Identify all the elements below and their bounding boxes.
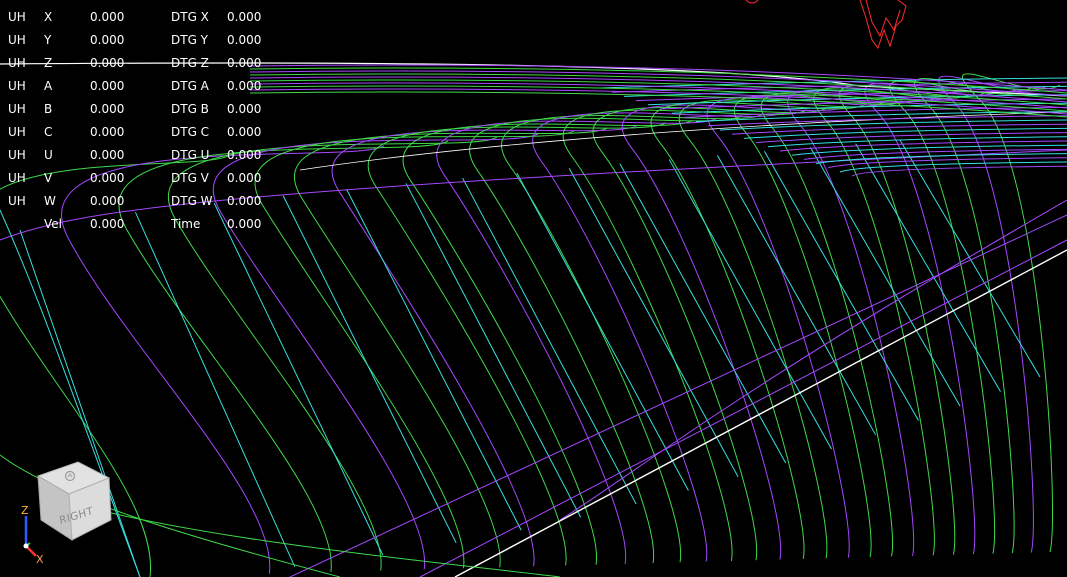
dro-dtg-label: Time [171,217,201,231]
toolpath-contour [761,92,937,557]
dro-axis-value: 0.000 [90,10,125,24]
dro-dtg-label: DTG B [171,102,209,116]
dro-dtg-value: 0.000 [227,148,262,162]
dro-mode-label: UH [8,33,26,47]
z-axis-label: Z [21,504,29,517]
toolpath-contour [254,130,575,569]
dro-dtg-label: DTG A [171,79,209,93]
toolpath-pass [716,155,877,436]
toolpath-edge [559,199,1067,521]
dro-dtg-value: 0.000 [227,56,262,70]
dro-dtg-value: 0.000 [227,125,262,139]
dro-axis-value: 0.000 [90,217,125,231]
dro-axis-label: C [44,125,53,139]
toolpath-contour [331,124,639,567]
dro-axis-value: 0.000 [90,194,125,208]
dro-dtg-label: DTG V [171,171,209,185]
dro-dtg-value: 0.000 [227,10,262,24]
gcode-preview-viewport[interactable]: UH X 0.000 DTG X 0.000 UH Y 0.000 DTG Y 0.000 UH Z 0… [0,0,1067,577]
toolpath-pass [855,143,1001,392]
dro-mode-label: UH [8,102,26,116]
dro-dtg-value: 0.000 [227,217,262,231]
toolpath-contour [562,109,807,561]
dro-mode-label: UH [8,10,26,24]
dro-mode-label: UH [8,171,26,185]
toolpath-contour [500,113,765,563]
toolpath-pass [346,189,522,531]
dro-axis-value: 0.000 [90,171,125,185]
toolpath-pass [568,168,739,478]
dro-mode-label: UH [8,79,26,93]
tool-marker [745,0,907,50]
toolpath-pass [619,163,787,464]
dro-dtg-value: 0.000 [227,33,262,47]
dro-dtg-value: 0.000 [227,171,262,185]
dro-dtg-label: DTG X [171,10,209,24]
dro-axis-label: W [44,194,56,208]
toolpath-pass [810,147,961,407]
dro-axis-label: X [44,10,53,24]
dro-dtg-value: 0.000 [227,194,262,208]
dro-dtg-label: DTG W [171,194,213,208]
dro-dtg-label: DTG Y [171,33,209,47]
dro-axis-label: U [44,148,53,162]
dro-axis-label: Vel [44,217,62,231]
dro-dtg-value: 0.000 [227,102,262,116]
toolpath-pass [282,195,457,544]
dro-axis-value: 0.000 [90,125,125,139]
x-axis-label: X [36,553,44,566]
dro-mode-label: UH [8,194,26,208]
dro-axis-label: A [44,79,53,93]
toolpath-contour [592,107,828,561]
toolpath-contour [167,136,498,571]
toolpath-pass [134,212,296,568]
toolpath-edge [419,239,1067,577]
toolpath-contour [436,117,718,564]
dro-axis-label: Y [44,33,52,47]
toolpath-contour [212,133,539,570]
dro-axis-value: 0.000 [90,56,125,70]
dro-dtg-label: DTG U [171,148,210,162]
toolpath-contour [532,111,786,562]
tool-outline [745,0,759,4]
dro-mode-label: UH [8,56,26,70]
dro-axis-value: 0.000 [90,33,125,47]
toolpath-contour [621,104,847,560]
dro-axis-label: Z [44,56,53,70]
dro-axis-label: V [44,171,53,185]
toolpath-sweep [59,499,561,577]
tool-outline [859,0,907,50]
dro-axis-label: B [44,102,53,116]
toolpath-contour [367,122,667,566]
axis-triad: Z X [16,500,52,568]
dro-axis-value: 0.000 [90,102,125,116]
dro-mode-label: UH [8,148,26,162]
dro-mode-label: UH [8,125,26,139]
toolpath-contour [293,127,608,568]
toolpath-contour [402,119,693,565]
toolpath-contour [650,101,866,559]
dro-dtg-label: DTG C [171,125,210,139]
toolpath-canvas[interactable] [0,0,1067,577]
toolpath-pass [213,202,384,556]
dro-dtg-label: DTG Z [171,56,209,70]
toolpath-horizon [851,165,1067,177]
dro-dtg-value: 0.000 [227,79,262,93]
toolpath-pass [899,139,1041,378]
toolpath-contour [678,99,885,559]
toolpath-pass [668,159,832,450]
dro-axis-value: 0.000 [90,148,125,162]
dro-axis-value: 0.000 [90,79,125,93]
triad-origin [23,543,29,549]
